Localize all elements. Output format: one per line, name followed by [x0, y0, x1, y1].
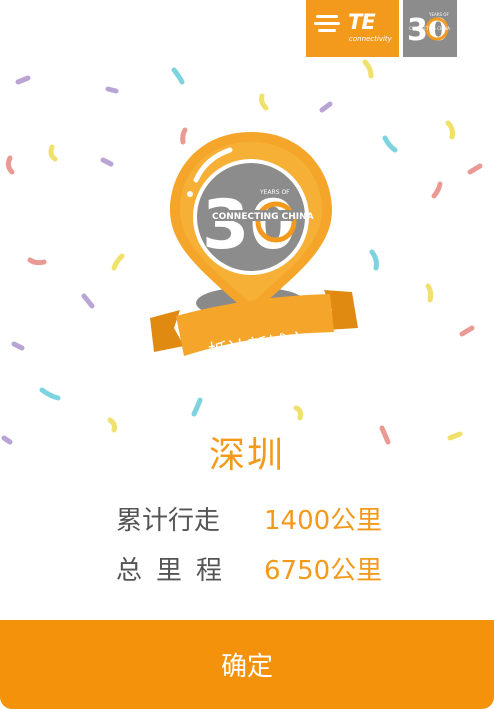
te-brand-subtext: connectivity: [349, 35, 392, 43]
stat-value: 1400公里: [264, 506, 383, 536]
stat-row-walked: 累计行走 1400公里: [0, 500, 494, 540]
city-name: 深圳: [208, 435, 285, 476]
anniversary-logo: 30 YEARS OF CONNECTING CHINA: [403, 0, 457, 57]
badge-years-text: YEARS OF: [259, 189, 290, 196]
te-brand-text: TE: [348, 10, 376, 34]
svg-text:YEARS OF: YEARS OF: [428, 12, 449, 17]
confirm-button[interactable]: 确定: [0, 620, 494, 709]
stat-row-total: 总里程 6750公里: [0, 550, 494, 590]
anniversary-30-icon: 30 YEARS OF CONNECTING CHINA: [407, 12, 450, 48]
achievement-card: TE connectivity 30 YEARS OF CONNECTING C…: [0, 0, 494, 709]
te-connectivity-logo: TE connectivity: [306, 0, 399, 57]
badge-30-number: 30: [202, 186, 297, 265]
badge-tagline: CONNECTING CHINA: [212, 212, 314, 222]
stat-value: 6750公里: [264, 556, 383, 586]
stat-label: 总里程: [116, 556, 237, 586]
svg-text:CONNECTING CHINA: CONNECTING CHINA: [409, 26, 450, 31]
stat-label: 累计行走: [116, 506, 221, 536]
